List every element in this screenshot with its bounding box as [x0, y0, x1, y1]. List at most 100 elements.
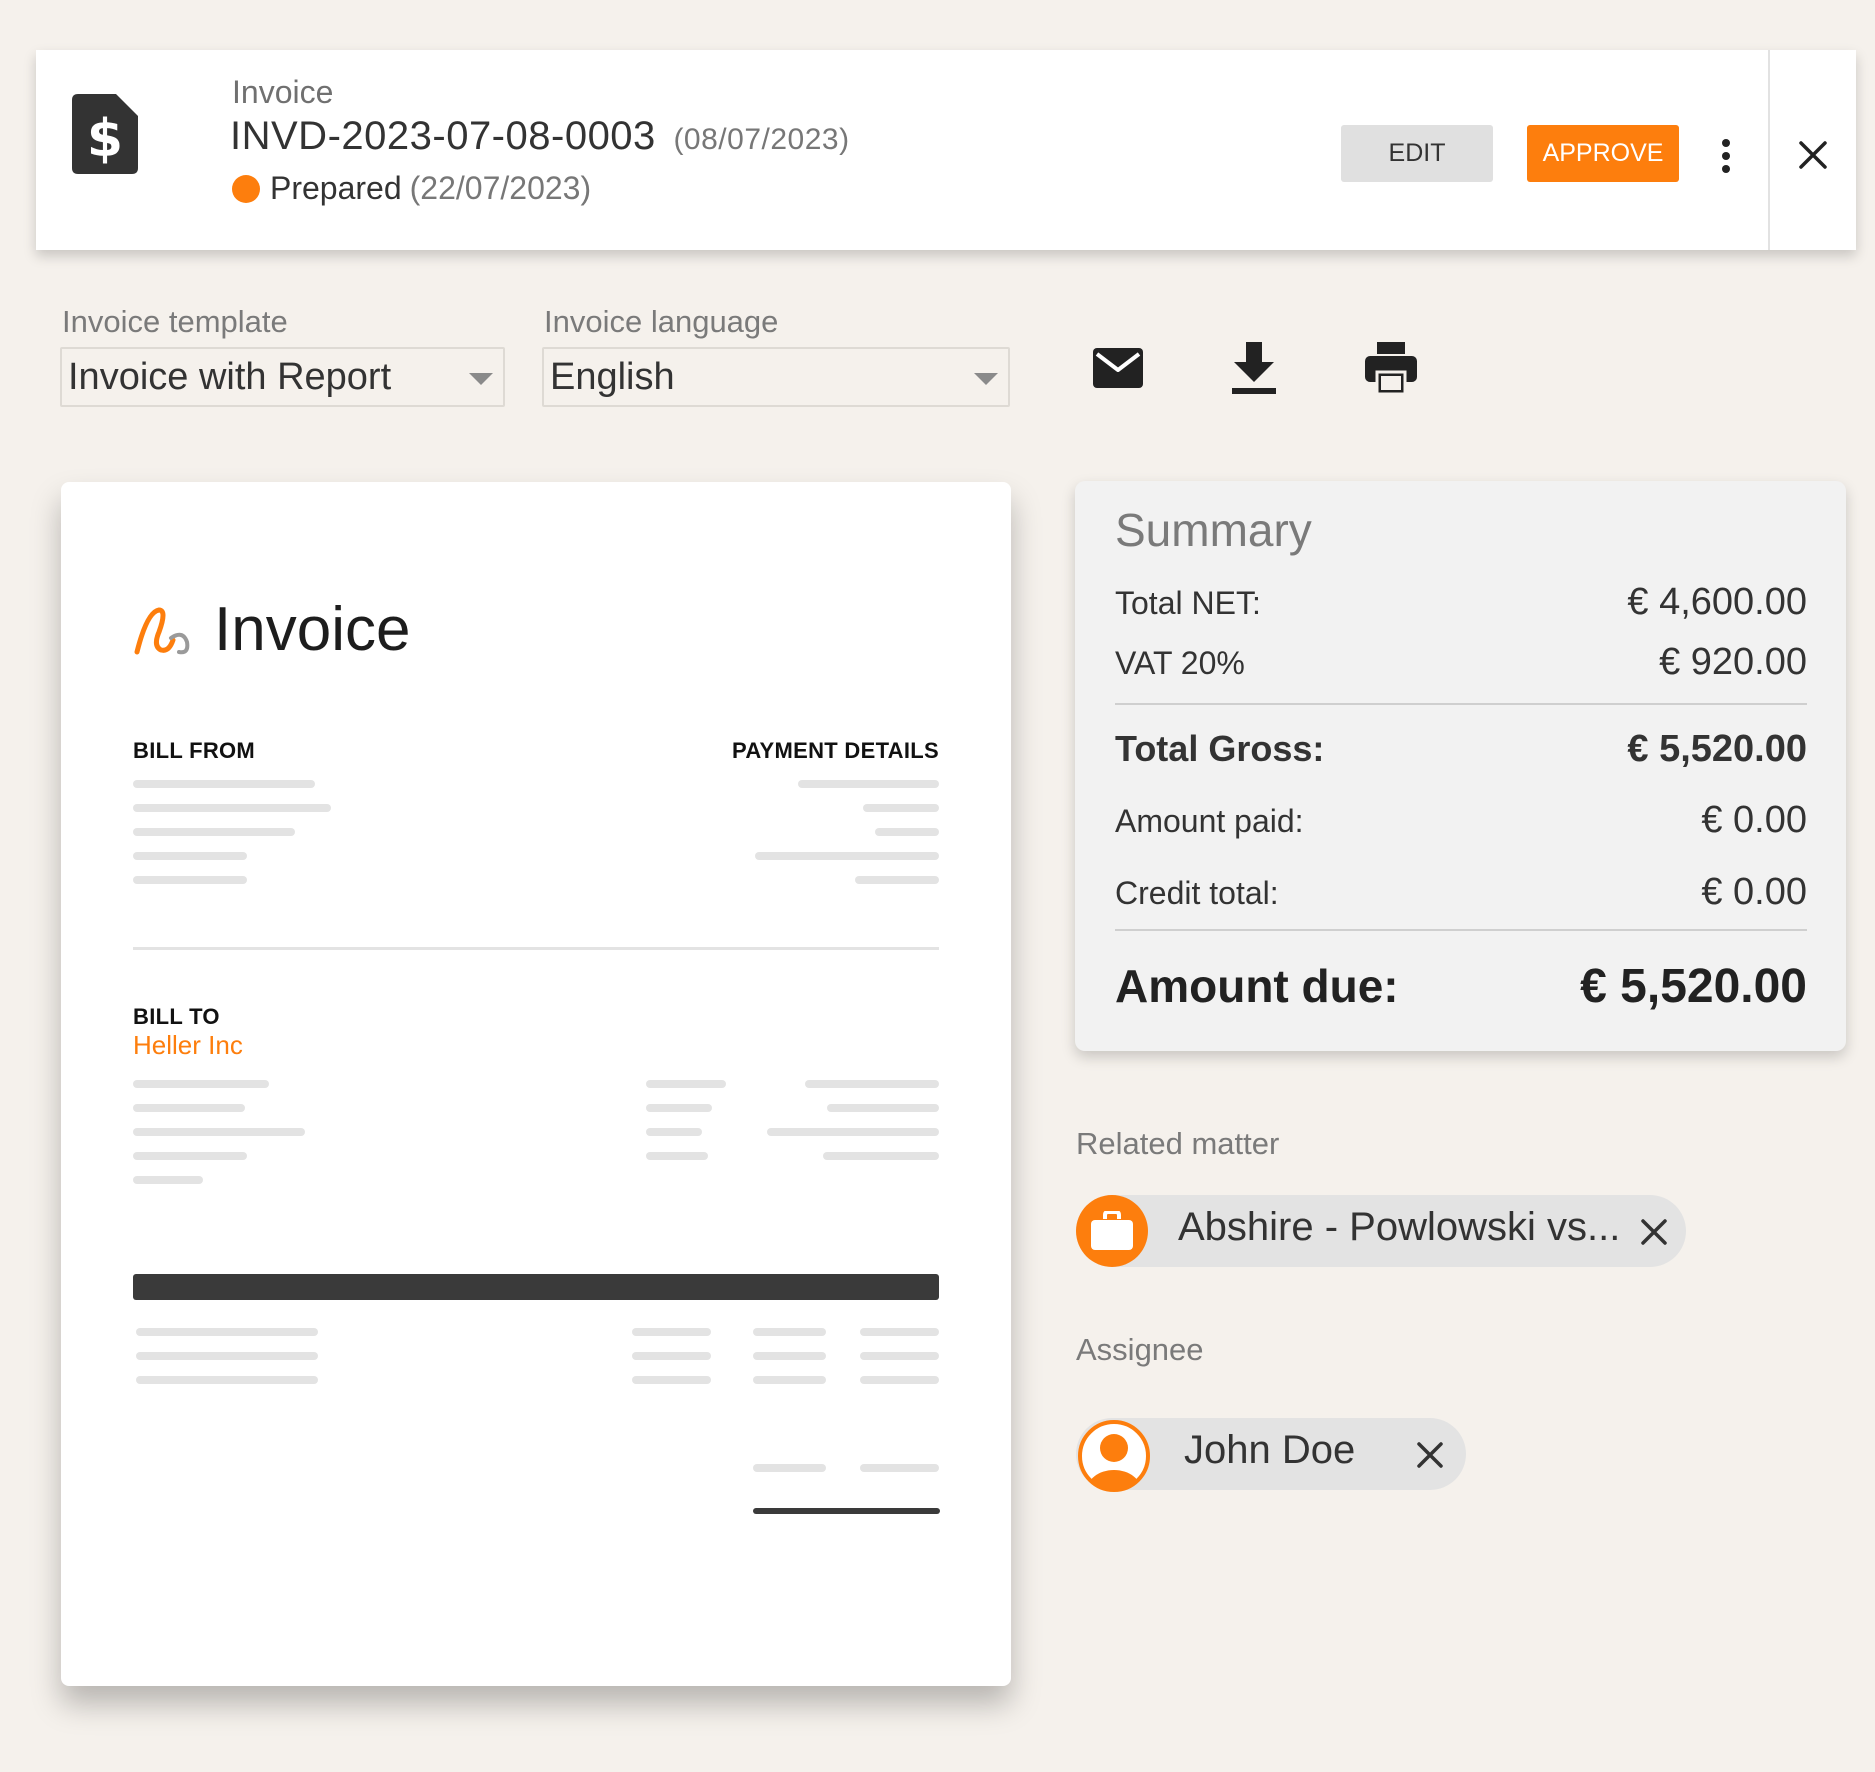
placeholder-line — [133, 876, 247, 884]
placeholder-line — [860, 1328, 939, 1336]
download-icon[interactable] — [1226, 340, 1282, 396]
preview-title: Invoice — [214, 595, 411, 664]
placeholder-line — [136, 1376, 318, 1384]
amount-due-row: Amount due: € 5,520.00 — [1115, 959, 1807, 1014]
remove-matter-icon[interactable] — [1641, 1219, 1667, 1245]
user-avatar-icon — [1078, 1420, 1150, 1492]
record-type-label: Invoice — [232, 74, 334, 110]
placeholder-line — [133, 1128, 305, 1136]
related-matter-name: Abshire - Powlowski vs... — [1178, 1205, 1621, 1249]
credit-total-row: Credit total: € 0.00 — [1115, 871, 1807, 914]
placeholder-line — [133, 1152, 247, 1160]
placeholder-line — [855, 876, 939, 884]
svg-text:$: $ — [87, 109, 123, 169]
bill-from-heading: BILL FROM — [133, 738, 256, 763]
placeholder-line — [646, 1080, 726, 1088]
placeholder-line — [646, 1104, 712, 1112]
invoice-template-label: Invoice template — [62, 304, 288, 339]
invoice-document-icon: $ — [72, 94, 138, 174]
status-date: (22/07/2023) — [409, 170, 592, 206]
placeholder-line — [133, 1176, 203, 1184]
close-icon[interactable] — [1798, 140, 1828, 170]
amount-due-label: Amount due: — [1115, 960, 1399, 1012]
briefcase-avatar — [1076, 1195, 1148, 1267]
total-net-row: Total NET: € 4,600.00 — [1115, 581, 1807, 624]
placeholder-line — [823, 1152, 939, 1160]
placeholder-line — [646, 1128, 702, 1136]
placeholder-line — [863, 804, 939, 812]
chevron-down-icon — [974, 373, 998, 385]
line-items-header-bar — [133, 1274, 939, 1300]
placeholder-line — [753, 1352, 826, 1360]
placeholder-line — [646, 1152, 708, 1160]
placeholder-line — [755, 852, 939, 860]
amount-paid-label: Amount paid: — [1115, 803, 1304, 839]
assignee-name: John Doe — [1184, 1428, 1356, 1472]
vat-value: € 920.00 — [1659, 641, 1807, 683]
total-net-label: Total NET: — [1115, 585, 1261, 621]
placeholder-line — [860, 1352, 939, 1360]
placeholder-line — [753, 1464, 826, 1472]
invoice-template-select[interactable]: Invoice with Report — [60, 347, 505, 407]
status-badge: Prepared (22/07/2023) — [232, 170, 591, 207]
mail-icon[interactable] — [1090, 340, 1146, 396]
more-options-icon[interactable] — [1716, 138, 1736, 174]
chevron-down-icon — [469, 373, 493, 385]
placeholder-line — [632, 1328, 711, 1336]
summary-divider — [1115, 703, 1807, 705]
status-dot-icon — [232, 174, 260, 203]
amount-paid-value: € 0.00 — [1701, 799, 1807, 841]
placeholder-line — [133, 852, 247, 860]
summary-divider — [1115, 929, 1807, 931]
credit-total-label: Credit total: — [1115, 875, 1279, 911]
invoice-language-label: Invoice language — [544, 304, 779, 339]
invoice-date: (08/07/2023) — [673, 123, 850, 156]
placeholder-line — [632, 1376, 711, 1384]
vat-row: VAT 20% € 920.00 — [1115, 641, 1807, 684]
invoice-number: INVD-2023-07-08-0003 (08/07/2023) — [230, 114, 850, 159]
credit-total-value: € 0.00 — [1701, 871, 1807, 913]
vat-label: VAT 20% — [1115, 645, 1245, 681]
placeholder-line — [133, 1080, 269, 1088]
placeholder-line — [860, 1464, 939, 1472]
section-divider — [133, 947, 939, 950]
placeholder-line — [860, 1376, 939, 1384]
placeholder-line — [133, 804, 331, 812]
bill-to-client: Heller Inc — [133, 1030, 243, 1060]
payment-details-heading: PAYMENT DETAILS — [731, 738, 939, 763]
invoice-language-select[interactable]: English — [542, 347, 1010, 407]
placeholder-line — [753, 1328, 826, 1336]
placeholder-line — [133, 1104, 245, 1112]
invoice-template-value: Invoice with Report — [68, 356, 392, 398]
placeholder-line — [632, 1352, 711, 1360]
placeholder-line — [753, 1376, 826, 1384]
placeholder-line — [767, 1128, 939, 1136]
assignee-chip[interactable]: John Doe — [1076, 1418, 1466, 1492]
total-gross-value: € 5,520.00 — [1627, 728, 1807, 770]
summary-title: Summary — [1115, 504, 1312, 556]
placeholder-line — [798, 780, 939, 788]
placeholder-line — [136, 1328, 318, 1336]
placeholder-line — [805, 1080, 939, 1088]
amount-paid-row: Amount paid: € 0.00 — [1115, 799, 1807, 842]
company-logo-icon — [134, 607, 190, 655]
invoice-preview[interactable]: Invoice BILL FROM PAYMENT DETAILS BILL T… — [61, 482, 1011, 1686]
placeholder-line — [827, 1104, 939, 1112]
print-icon[interactable] — [1363, 340, 1419, 396]
total-gross-label: Total Gross: — [1115, 728, 1325, 769]
total-gross-row: Total Gross: € 5,520.00 — [1115, 728, 1807, 771]
bill-to-heading: BILL TO — [133, 1004, 220, 1029]
total-underline — [753, 1508, 940, 1514]
placeholder-line — [136, 1352, 318, 1360]
briefcase-icon — [1091, 1211, 1133, 1250]
summary-card: Summary Total NET: € 4,600.00 VAT 20% € … — [1075, 481, 1846, 1051]
assignee-label: Assignee — [1076, 1332, 1204, 1367]
invoice-number-text: INVD-2023-07-08-0003 — [230, 114, 656, 158]
placeholder-line — [133, 828, 295, 836]
placeholder-line — [133, 780, 315, 788]
edit-button[interactable]: EDIT — [1341, 125, 1493, 182]
remove-assignee-icon[interactable] — [1417, 1442, 1443, 1468]
related-matter-chip[interactable]: Abshire - Powlowski vs... — [1076, 1195, 1686, 1267]
approve-button[interactable]: APPROVE — [1527, 125, 1679, 182]
total-net-value: € 4,600.00 — [1627, 581, 1807, 623]
